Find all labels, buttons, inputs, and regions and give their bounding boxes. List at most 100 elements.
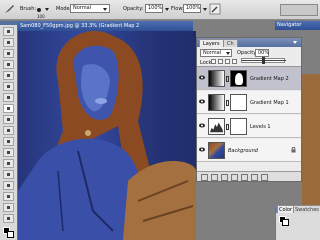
brush-tool-icon[interactable]: [3, 3, 15, 15]
opacity-slider-thumb[interactable]: [262, 57, 265, 64]
adjustment-layer-icon[interactable]: [231, 174, 238, 181]
lock-pixels-icon[interactable]: [218, 59, 223, 64]
layer-name: Background: [228, 148, 258, 154]
lock-icon: [291, 147, 296, 153]
eye-icon[interactable]: [199, 147, 205, 152]
tab-channels[interactable]: Ch: [223, 39, 238, 47]
tab-swatches[interactable]: Swatches: [293, 205, 320, 213]
chevron-down-icon: [45, 8, 49, 11]
layer-row-background[interactable]: Background: [197, 139, 301, 162]
tab-swatches-label: Swatches: [295, 207, 319, 213]
layer-name: Gradient Map 2: [250, 76, 289, 82]
flow-label: Flow:: [171, 6, 184, 12]
layer-style-icon[interactable]: [211, 174, 218, 181]
link-icon[interactable]: [226, 100, 229, 106]
layer-row-levels-1[interactable]: Levels 1: [197, 115, 301, 138]
flow-slider-toggle[interactable]: [203, 8, 207, 11]
lock-transparent-icon[interactable]: [211, 59, 216, 64]
background-color-swatch[interactable]: [7, 231, 14, 238]
layer-mask-thumbnail[interactable]: [230, 94, 247, 111]
color-panel-header: Color Swatches: [276, 205, 320, 213]
color-background-swatch[interactable]: [282, 219, 289, 226]
second-document-canvas[interactable]: [302, 74, 320, 210]
crop-tool[interactable]: [3, 71, 14, 80]
slice-tool[interactable]: [3, 82, 14, 91]
document-canvas[interactable]: [18, 31, 196, 240]
layer-row-gradient-map-2[interactable]: Gradient Map 2: [197, 67, 301, 90]
gradient-thumbnail: [208, 94, 225, 111]
opacity-label: Opacity:: [123, 6, 144, 12]
mode-value: Normal: [73, 5, 92, 11]
levels-thumbnail: [208, 118, 225, 135]
brush-label: Brush:: [20, 6, 37, 12]
layers-panel: Layers Ch Normal Opacity: 00% Lock: Grad…: [196, 37, 302, 182]
layer-name: Gradient Map 1: [250, 100, 289, 106]
tab-layers[interactable]: Layers: [199, 39, 224, 47]
chevron-down-icon: [103, 8, 107, 11]
blend-mode-select[interactable]: Normal: [200, 49, 232, 57]
gradient-thumbnail: [208, 70, 225, 87]
dodge-tool[interactable]: [3, 170, 14, 179]
photo-content: [18, 31, 196, 240]
opacity-slider-toggle[interactable]: [165, 8, 169, 11]
trash-icon[interactable]: [261, 174, 268, 181]
link-icon[interactable]: [226, 124, 229, 130]
navigator-title: Navigator: [277, 22, 302, 28]
layers-panel-header: Layers Ch: [197, 38, 301, 47]
tab-color[interactable]: Color: [277, 205, 295, 213]
layers-list: Gradient Map 2 Gradient Map 1 Levels 1 B…: [197, 66, 301, 170]
new-layer-icon[interactable]: [251, 174, 258, 181]
pen-tool[interactable]: [3, 203, 14, 212]
history-brush-tool[interactable]: [3, 126, 14, 135]
tab-layers-label: Layers: [203, 41, 220, 47]
layer-opacity-input[interactable]: 00%: [255, 49, 269, 57]
link-layers-icon[interactable]: [201, 174, 208, 181]
eye-icon[interactable]: [199, 75, 205, 80]
lock-all-icon[interactable]: [232, 59, 237, 64]
lasso-tool[interactable]: [3, 49, 14, 58]
layer-mask-thumbnail[interactable]: [230, 70, 247, 87]
tab-color-label: Color: [279, 207, 293, 213]
brush-preset-picker[interactable]: 100: [37, 5, 50, 19]
chevron-down-icon: [226, 52, 230, 55]
eye-icon[interactable]: [199, 123, 205, 128]
eye-icon[interactable]: [199, 99, 205, 104]
palette-well[interactable]: [280, 4, 318, 16]
panel-menu-icon[interactable]: [293, 41, 297, 44]
layers-footer: [197, 171, 301, 181]
brush-size: 100: [37, 14, 45, 19]
magic-wand-tool[interactable]: [3, 60, 14, 69]
mode-select[interactable]: Normal: [70, 4, 110, 13]
airbrush-icon[interactable]: [209, 3, 221, 15]
toolbox: [0, 21, 18, 240]
document-title-bar[interactable]: Sam080_F50gpm.jpg @ 33.3% (Gradient Map …: [18, 21, 193, 31]
healing-brush-tool[interactable]: [3, 93, 14, 102]
background-thumbnail: [208, 142, 225, 159]
opacity-input[interactable]: 100%: [145, 4, 163, 13]
lock-position-icon[interactable]: [225, 59, 230, 64]
eraser-tool[interactable]: [3, 137, 14, 146]
clone-stamp-tool[interactable]: [3, 115, 14, 124]
gradient-tool[interactable]: [3, 148, 14, 157]
marquee-tool[interactable]: [3, 38, 14, 47]
link-icon[interactable]: [226, 76, 229, 82]
layer-name: Levels 1: [250, 124, 271, 130]
brush-dot-icon: [37, 8, 41, 12]
path-selection-tool[interactable]: [3, 181, 14, 190]
new-group-icon[interactable]: [241, 174, 248, 181]
layer-row-gradient-map-1[interactable]: Gradient Map 1: [197, 91, 301, 114]
add-mask-icon[interactable]: [221, 174, 228, 181]
layer-opacity-value: 00%: [258, 50, 270, 56]
layer-mask-thumbnail[interactable]: [230, 118, 247, 135]
brush-tool[interactable]: [3, 104, 14, 113]
shape-tool[interactable]: [3, 214, 14, 223]
move-tool[interactable]: [3, 27, 14, 36]
opacity-value: 100%: [148, 5, 163, 11]
navigator-tab[interactable]: Navigator: [275, 21, 320, 30]
blur-tool[interactable]: [3, 159, 14, 168]
mask-shape: [235, 73, 243, 85]
flow-input[interactable]: 100%: [183, 4, 201, 13]
document-title: Sam080_F50gpm.jpg @ 33.3% (Gradient Map …: [20, 23, 140, 29]
opacity-slider[interactable]: [241, 57, 286, 64]
type-tool[interactable]: [3, 192, 14, 201]
